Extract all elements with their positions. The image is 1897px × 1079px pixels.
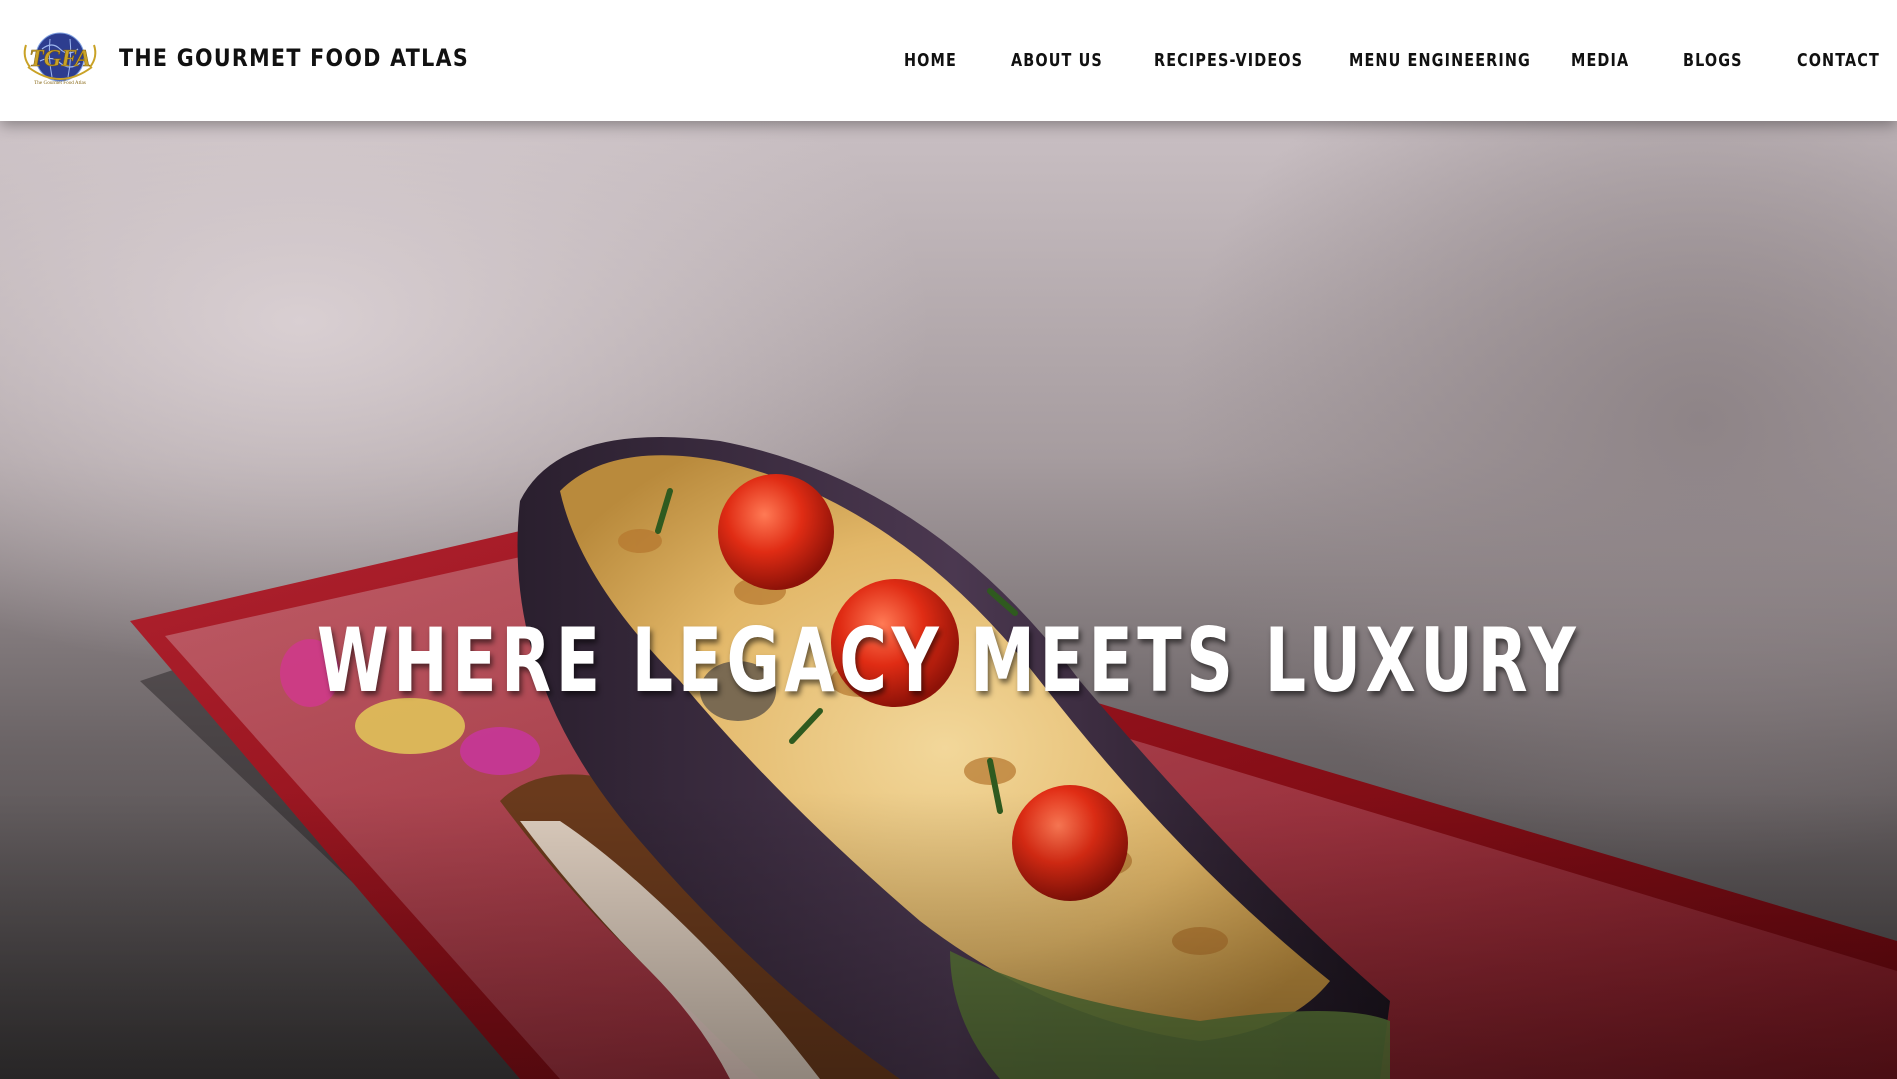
site-header: TGFA The Gourmet Food Atlas THE GOURMET … [0,0,1897,121]
hero-heading: WHERE LEGACY MEETS LUXURY [316,609,1581,712]
logo-tagline: The Gourmet Food Atlas [34,80,86,86]
hero-banner: WHERE LEGACY MEETS LUXURY [0,121,1897,1079]
nav-recipes-videos[interactable]: RECIPES-VIDEOS [1154,48,1303,74]
stuffed-eggplant-photo [0,121,1897,1079]
main-nav: HOME ABOUT US RECIPES-VIDEOS MENU ENGINE… [0,48,1897,74]
nav-menu-engineering[interactable]: MENU ENGINEERING [1349,48,1531,74]
nav-about-us[interactable]: ABOUT US [1011,48,1103,74]
nav-media[interactable]: MEDIA [1571,48,1629,74]
nav-home[interactable]: HOME [904,48,957,74]
nav-contact[interactable]: CONTACT [1797,48,1880,74]
nav-blogs[interactable]: BLOGS [1683,48,1743,74]
